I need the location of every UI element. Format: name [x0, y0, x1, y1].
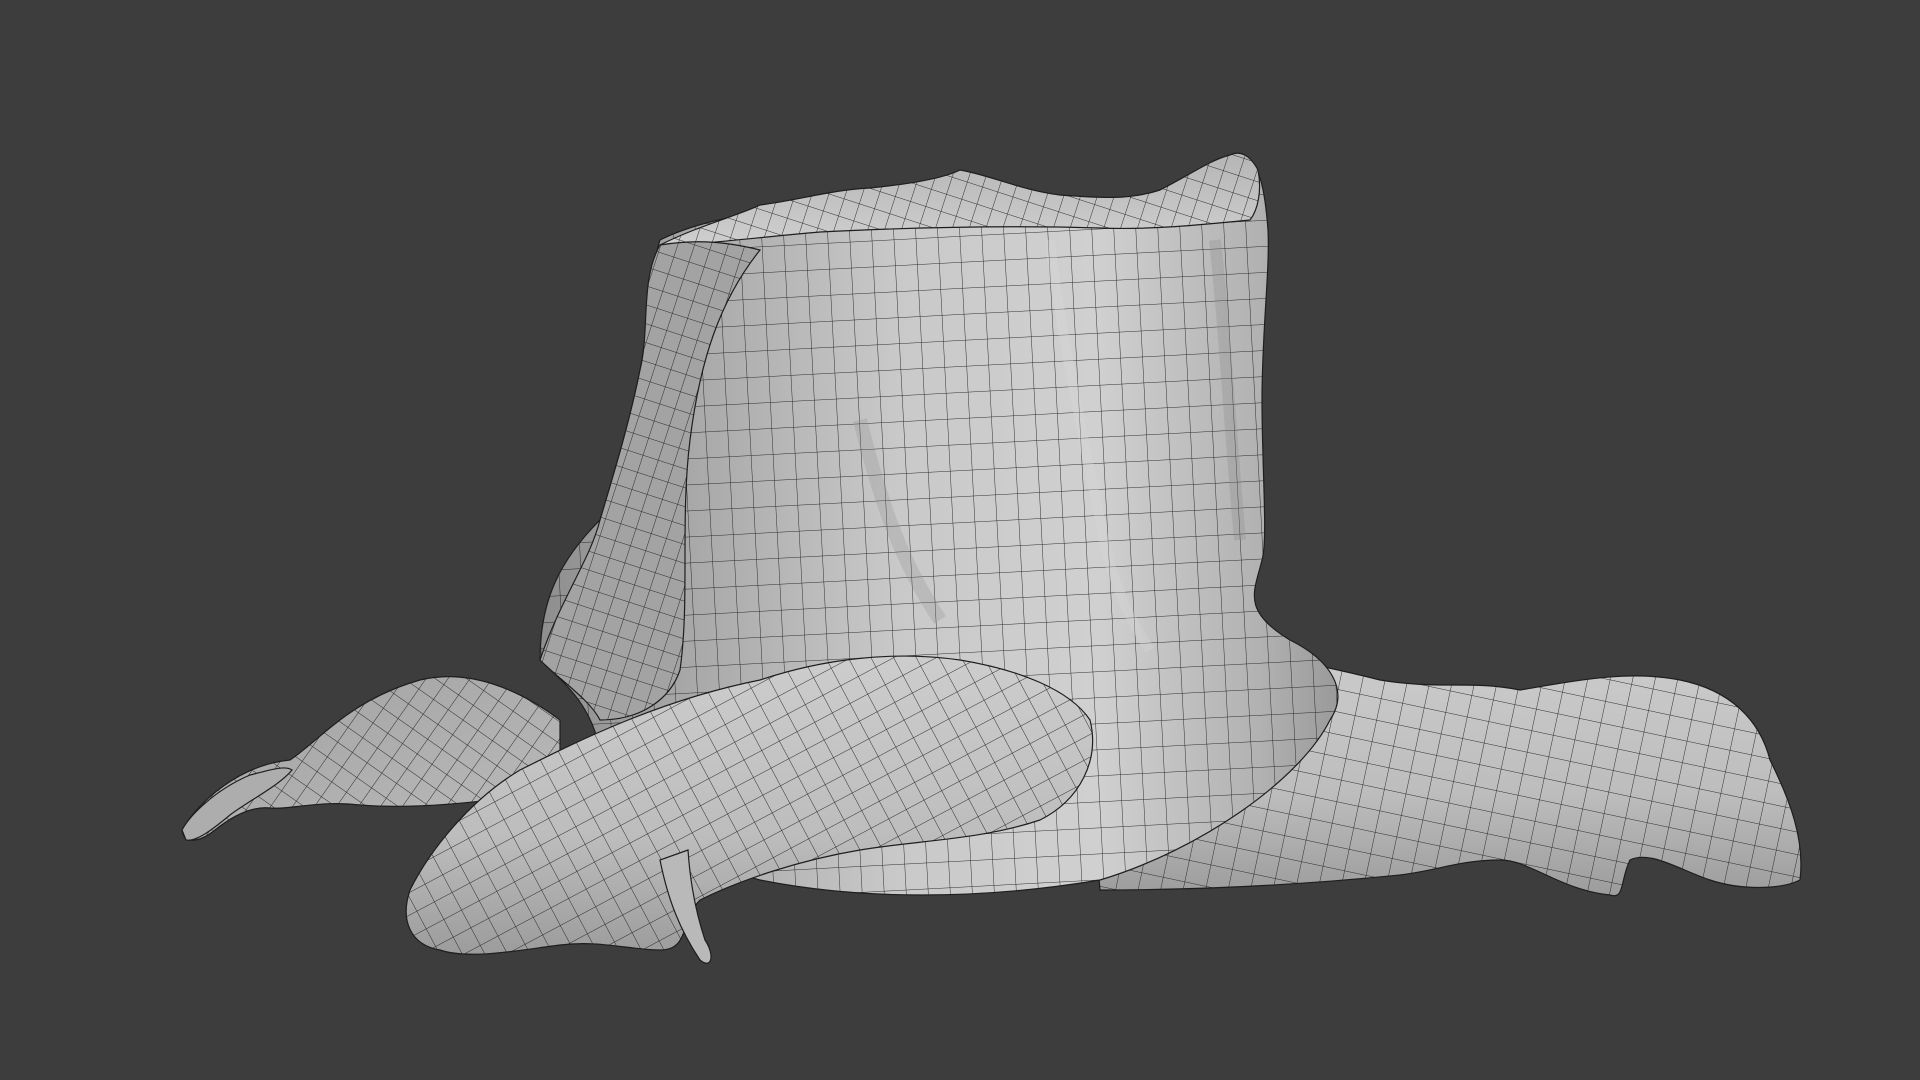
3d-viewport[interactable] [0, 0, 1920, 1080]
viewport-canvas[interactable] [0, 0, 1920, 1080]
